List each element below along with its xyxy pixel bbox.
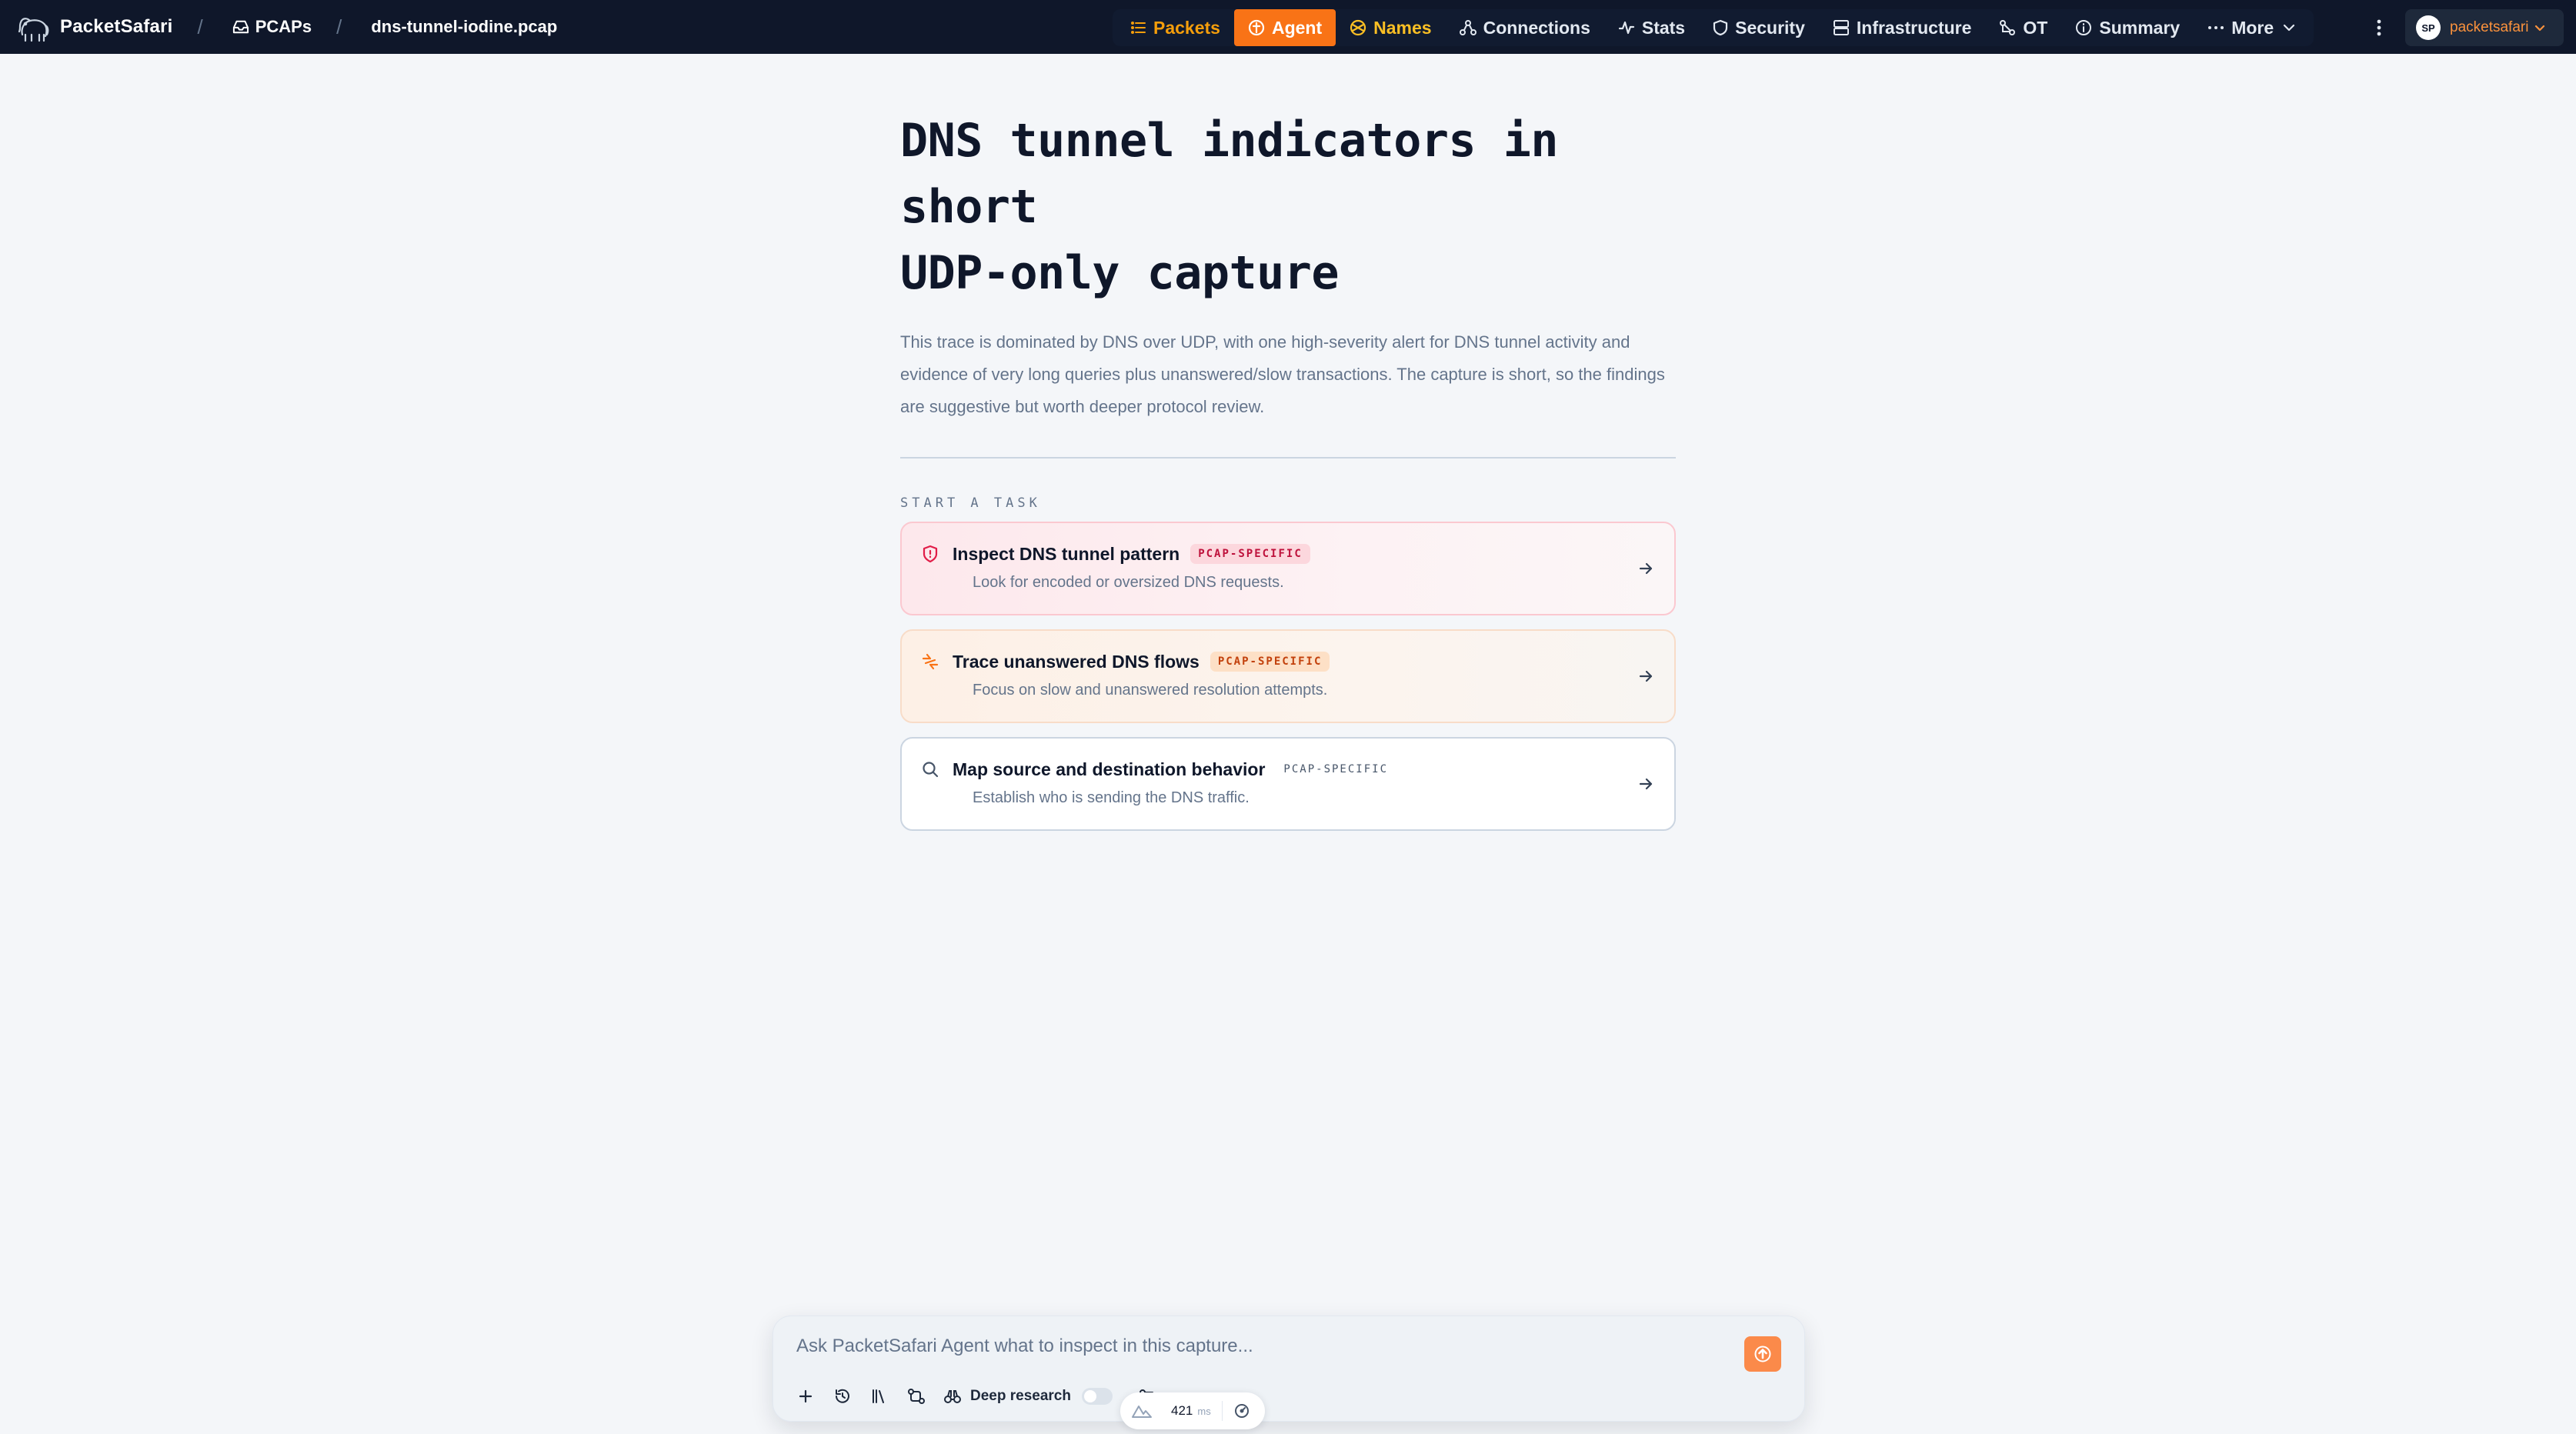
binoculars-icon xyxy=(944,1390,961,1403)
top-bar: PacketSafari / PCAPs / dns-tunnel-iodine… xyxy=(0,0,2576,54)
composer-toolbar: Deep research xyxy=(793,1381,1171,1412)
activity-icon xyxy=(1618,21,1634,35)
nav-summary[interactable]: Summary xyxy=(2061,9,2194,46)
section-label: START A TASK xyxy=(900,495,1041,511)
send-button[interactable] xyxy=(1744,1336,1781,1372)
shield-icon xyxy=(1713,19,1728,36)
elephant-logo-icon xyxy=(15,9,51,45)
inbox-icon xyxy=(232,20,249,34)
brand[interactable]: PacketSafari xyxy=(15,0,173,54)
main-nav: Packets Agent Names Connections Stats Se… xyxy=(1113,9,2314,46)
info-icon xyxy=(2076,20,2092,35)
nav-connections[interactable]: Connections xyxy=(1446,9,1604,46)
nav-agent[interactable]: Agent xyxy=(1233,9,1336,46)
ot-icon xyxy=(2000,20,2016,35)
nav-packets[interactable]: Packets xyxy=(1117,9,1234,46)
nav-ot[interactable]: OT xyxy=(1985,9,2061,46)
divider xyxy=(1221,1401,1223,1421)
chevron-down-icon xyxy=(2284,24,2295,32)
server-icon xyxy=(1833,20,1849,35)
latency-pill: 421 ms xyxy=(1120,1392,1265,1429)
arrow-right-icon xyxy=(1639,670,1653,682)
user-name: packetsafari xyxy=(2450,19,2529,35)
task-card-inspect-dns-tunnel[interactable]: Inspect DNS tunnel pattern PCAP-SPECIFIC… xyxy=(900,522,1676,615)
nav-infrastructure-label: Infrastructure xyxy=(1856,17,1972,38)
nav-names[interactable]: Names xyxy=(1336,9,1445,46)
title-line-1: DNS tunnel indicators in short xyxy=(900,114,1558,234)
breadcrumb-separator: / xyxy=(336,15,342,38)
gauge-icon[interactable] xyxy=(1233,1402,1250,1419)
ellipsis-icon xyxy=(2208,26,2224,29)
chevron-down-icon xyxy=(2535,25,2545,31)
breadcrumb-file[interactable]: dns-tunnel-iodine.pcap xyxy=(371,17,557,37)
latency-value: 421 xyxy=(1171,1403,1193,1418)
nav-security[interactable]: Security xyxy=(1699,9,1819,46)
pcap-specific-badge: PCAP-SPECIFIC xyxy=(1210,652,1330,672)
task-title: Trace unanswered DNS flows xyxy=(953,651,1200,672)
nav-more-label: More xyxy=(2231,17,2274,38)
mountain-icon xyxy=(1132,1406,1152,1418)
agent-composer: Deep research xyxy=(772,1316,1805,1422)
capture-summary: This trace is dominated by DNS over UDP,… xyxy=(900,332,1665,416)
nav-agent-label: Agent xyxy=(1271,17,1323,38)
deep-research-switch[interactable] xyxy=(1081,1388,1113,1405)
nav-names-label: Names xyxy=(1373,17,1432,38)
plus-icon[interactable] xyxy=(793,1384,818,1409)
arrow-up-icon xyxy=(1754,1346,1771,1362)
nav-packets-label: Packets xyxy=(1153,17,1220,38)
agent-icon xyxy=(1248,19,1265,36)
nav-stats-label: Stats xyxy=(1641,17,1686,38)
nav-summary-label: Summary xyxy=(2099,17,2181,38)
task-card-map-source-destination[interactable]: Map source and destination behavior PCAP… xyxy=(900,737,1676,831)
breadcrumb-separator: / xyxy=(197,15,203,38)
kebab-menu-icon[interactable] xyxy=(2364,11,2394,45)
task-card-trace-unanswered-dns[interactable]: Trace unanswered DNS flows PCAP-SPECIFIC… xyxy=(900,629,1676,723)
task-subtitle: Establish who is sending the DNS traffic… xyxy=(973,789,1250,806)
nav-more[interactable]: More xyxy=(2194,9,2309,46)
search-icon xyxy=(920,759,940,779)
list-icon xyxy=(1131,22,1146,34)
latency-unit: ms xyxy=(1197,1405,1211,1417)
main-content: DNS tunnel indicators in short UDP-only … xyxy=(900,108,1676,831)
nav-infrastructure[interactable]: Infrastructure xyxy=(1819,9,1986,46)
deep-research-label: Deep research xyxy=(970,1388,1071,1404)
pcap-specific-badge: PCAP-SPECIFIC xyxy=(1190,544,1310,564)
history-icon[interactable] xyxy=(830,1384,855,1409)
title-line-2: UDP-only capture xyxy=(900,246,1339,300)
task-title: Map source and destination behavior xyxy=(953,759,1266,779)
page-title: DNS tunnel indicators in short UDP-only … xyxy=(900,108,1676,306)
breadcrumb-file-label: dns-tunnel-iodine.pcap xyxy=(371,17,558,36)
network-icon xyxy=(1459,20,1477,35)
arrow-right-icon xyxy=(1639,562,1653,575)
divider xyxy=(900,457,1676,459)
agent-prompt-input[interactable] xyxy=(796,1330,1720,1362)
nav-connections-label: Connections xyxy=(1483,17,1590,38)
arrow-right-icon xyxy=(1639,778,1653,790)
avatar: SP xyxy=(2416,15,2441,40)
workflow-icon[interactable] xyxy=(904,1384,929,1409)
task-list: Inspect DNS tunnel pattern PCAP-SPECIFIC… xyxy=(900,522,1676,831)
task-title: Inspect DNS tunnel pattern xyxy=(953,543,1180,564)
zap-icon xyxy=(920,652,940,672)
deep-research-toggle[interactable]: Deep research xyxy=(944,1388,1113,1405)
task-subtitle: Look for encoded or oversized DNS reques… xyxy=(973,574,1284,591)
nav-security-label: Security xyxy=(1735,17,1805,38)
brand-name: PacketSafari xyxy=(60,16,173,37)
user-menu[interactable]: SP packetsafari xyxy=(2405,9,2564,46)
breadcrumb-pcaps[interactable]: PCAPs xyxy=(232,17,312,37)
library-icon[interactable] xyxy=(867,1384,892,1409)
shield-alert-icon xyxy=(920,544,940,564)
task-subtitle: Focus on slow and unanswered resolution … xyxy=(973,682,1328,699)
nav-ot-label: OT xyxy=(2023,17,2048,38)
nav-stats[interactable]: Stats xyxy=(1604,9,1699,46)
pcap-specific-badge: PCAP-SPECIFIC xyxy=(1283,763,1388,775)
globe-icon xyxy=(1350,19,1366,36)
breadcrumb-pcaps-label: PCAPs xyxy=(255,17,312,36)
